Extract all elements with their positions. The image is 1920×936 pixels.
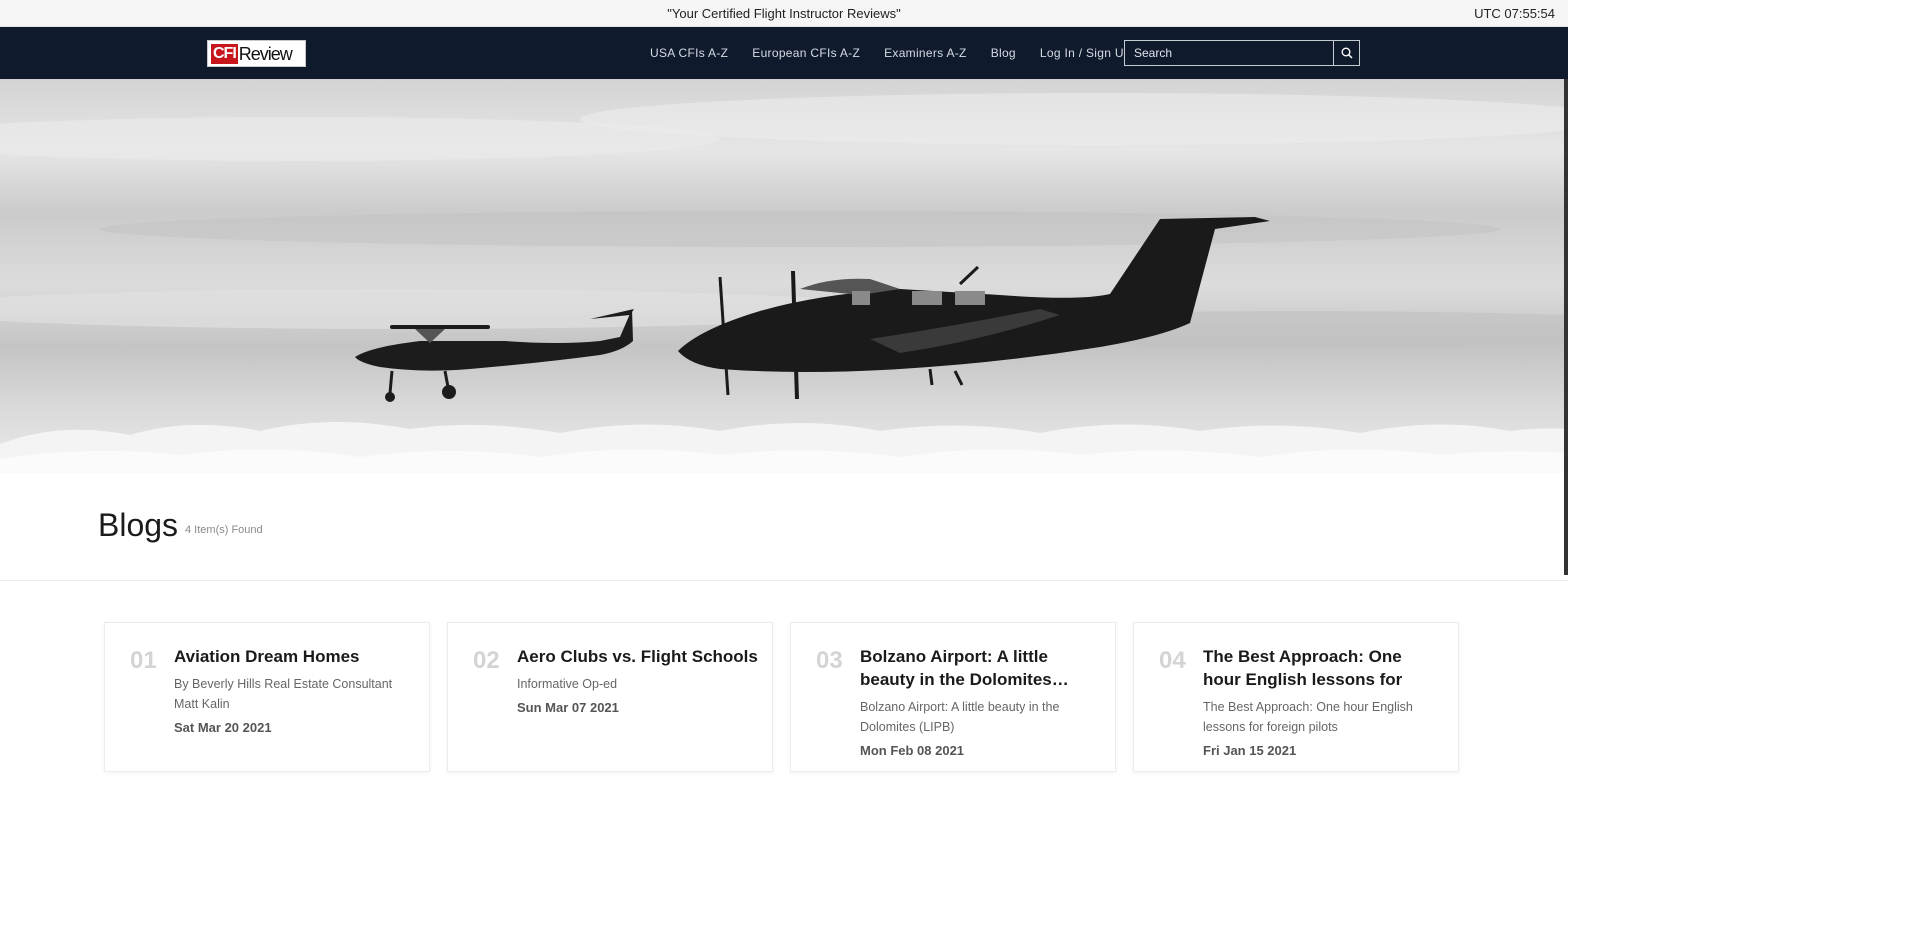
card-title[interactable]: Aero Clubs vs. Flight Schools [517,645,758,668]
logo-cfi: CFI [211,43,238,64]
blog-card[interactable]: 02 Aero Clubs vs. Flight Schools Informa… [447,622,773,772]
blog-card[interactable]: 03 Bolzano Airport: A little beauty in t… [790,622,1116,772]
items-found-count: 4 Item(s) Found [185,524,263,536]
nav-login-signup[interactable]: Log In / Sign Up [1040,46,1131,60]
blog-card[interactable]: 01 Aviation Dream Homes By Beverly Hills… [104,622,430,772]
nav-links: USA CFIs A-Z European CFIs A-Z Examiners… [650,46,1155,60]
card-description: Informative Op-ed [517,677,618,691]
blogs-header: Blogs 4 Item(s) Found [0,473,1568,581]
top-strip: "Your Certified Flight Instructor Review… [0,0,1568,27]
page-scrollbar[interactable] [1564,79,1568,575]
card-description: By Beverly Hills Real Estate Consultant … [174,677,393,711]
card-date: Sat Mar 20 2021 [174,720,272,735]
card-description: Bolzano Airport: A little beauty in the … [860,700,1060,734]
search-button[interactable] [1333,41,1359,65]
card-number: 01 [130,647,157,674]
card-number: 02 [473,647,500,674]
utc-clock: UTC 07:55:54 [1474,6,1555,21]
card-date: Fri Jan 15 2021 [1203,743,1297,758]
nav-usa-cfis[interactable]: USA CFIs A-Z [650,46,728,60]
blog-card[interactable]: 04 The Best Approach: One hour English l… [1133,622,1459,772]
hero-image [0,79,1568,473]
nav-examiners[interactable]: Examiners A-Z [884,46,967,60]
tagline: "Your Certified Flight Instructor Review… [667,6,901,21]
nav-european-cfis[interactable]: European CFIs A-Z [752,46,860,60]
page-title: Blogs [98,507,179,543]
card-title[interactable]: Bolzano Airport: A little beauty in the … [860,645,1101,691]
card-title[interactable]: The Best Approach: One hour English less… [1203,645,1444,691]
search-box [1124,40,1360,66]
card-title[interactable]: Aviation Dream Homes [174,645,415,668]
card-number: 03 [816,647,843,674]
search-icon [1341,47,1353,59]
card-date: Sun Mar 07 2021 [517,700,619,715]
search-input[interactable] [1125,41,1333,65]
card-number: 04 [1159,647,1186,674]
logo-review: Review [238,43,293,64]
main-navbar: CFI Review USA CFIs A-Z European CFIs A-… [0,27,1568,79]
nav-blog[interactable]: Blog [991,46,1016,60]
site-logo[interactable]: CFI Review [207,40,306,67]
card-date: Mon Feb 08 2021 [860,743,965,758]
card-description: The Best Approach: One hour English less… [1203,700,1413,734]
